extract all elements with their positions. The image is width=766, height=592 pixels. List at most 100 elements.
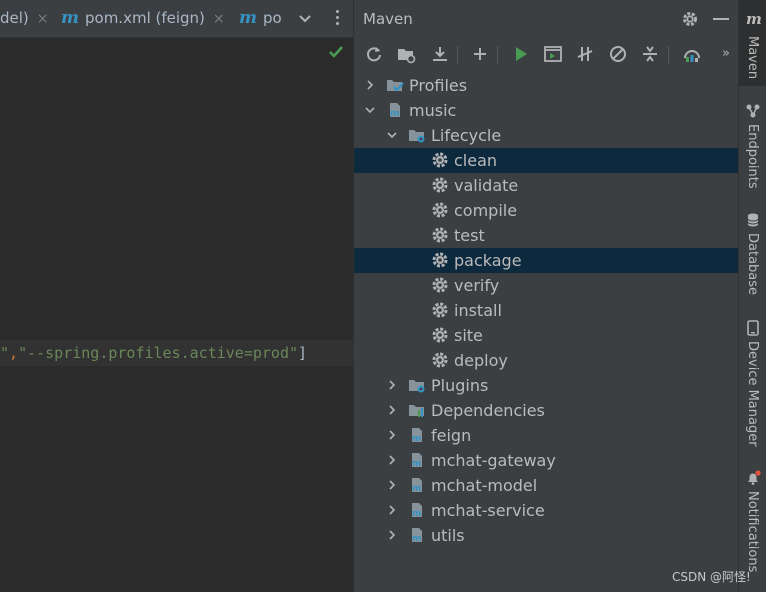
collapse-all-icon[interactable] <box>640 44 660 64</box>
close-icon[interactable]: × <box>213 11 225 27</box>
add-icon[interactable] <box>470 44 490 64</box>
endpoints-stripe-label: Endpoints <box>745 124 760 189</box>
gear-icon <box>432 277 448 293</box>
maven-stripe-button[interactable]: m Maven <box>739 0 766 86</box>
maven-module-icon: m <box>390 103 400 119</box>
dependencies-folder-icon <box>409 405 424 417</box>
maven-stripe-label: Maven <box>745 36 760 80</box>
check-icon <box>328 44 344 60</box>
chevron-down-icon[interactable] <box>297 11 313 27</box>
tree-label: mchat-service <box>431 501 545 520</box>
tree-node-music[interactable]: m music <box>354 98 738 123</box>
tree-label: site <box>454 326 483 345</box>
generate-sources-icon[interactable] <box>396 44 416 64</box>
profiles-folder-icon <box>387 80 404 92</box>
editor-tab-pom[interactable]: m po <box>239 0 282 37</box>
tree-node-lifecycle[interactable]: Lifecycle <box>354 123 738 148</box>
chevron-right-icon[interactable] <box>386 479 398 491</box>
lifecycle-phase-validate[interactable]: validate <box>354 173 738 198</box>
reload-icon[interactable] <box>364 44 384 64</box>
endpoints-icon <box>746 104 760 118</box>
editor-tab-pom-feign[interactable]: m pom.xml (feign) × <box>61 0 225 37</box>
code-string: "--spring.profiles.active=prod" <box>18 344 299 362</box>
tree-label: test <box>454 226 485 245</box>
editor-tab-bar: del) × m pom.xml (feign) × m po <box>0 0 353 38</box>
chevron-right-icon[interactable] <box>386 379 398 391</box>
maven-header: Maven <box>354 0 738 38</box>
toolbar-overflow-icon[interactable]: » <box>722 46 730 61</box>
tree-node-plugins[interactable]: Plugins <box>354 373 738 398</box>
gear-icon <box>432 352 448 368</box>
chevron-right-icon[interactable] <box>386 454 398 466</box>
svg-text:m: m <box>412 459 421 469</box>
gear-icon <box>432 227 448 243</box>
editor-pane: del) × m pom.xml (feign) × m po ","--spring.… <box>0 0 353 592</box>
tree-label: utils <box>431 526 465 545</box>
tab-label: del) <box>0 9 29 27</box>
chevron-right-icon[interactable] <box>386 504 398 516</box>
more-vertical-icon[interactable] <box>336 10 340 26</box>
lifecycle-phase-compile[interactable]: compile <box>354 198 738 223</box>
svg-text:m: m <box>412 509 421 519</box>
run-icon[interactable] <box>511 44 531 64</box>
tree-label: mchat-model <box>431 476 538 495</box>
maven-module-icon: m <box>412 478 422 494</box>
lifecycle-phase-install[interactable]: install <box>354 298 738 323</box>
tree-label: Dependencies <box>431 401 545 420</box>
chevron-right-icon[interactable] <box>386 429 398 441</box>
chevron-right-icon[interactable] <box>364 79 376 91</box>
gear-icon <box>432 302 448 318</box>
chevron-down-icon[interactable] <box>364 104 376 116</box>
toggle-offline-icon[interactable] <box>575 44 595 64</box>
gear-icon <box>432 327 448 343</box>
tree-node-dependencies[interactable]: Dependencies <box>354 398 738 423</box>
chevron-right-icon[interactable] <box>386 404 398 416</box>
run-configuration-icon[interactable] <box>543 44 563 64</box>
minimize-icon[interactable] <box>713 18 729 20</box>
gear-icon <box>432 177 448 193</box>
lifecycle-phase-site[interactable]: site <box>354 323 738 348</box>
tree-node-mchat-service[interactable]: m mchat-service <box>354 498 738 523</box>
close-icon[interactable]: × <box>37 11 49 27</box>
right-tool-strip: m Maven Endpoints Database Device Manage… <box>738 0 766 592</box>
tree-label: mchat-gateway <box>431 451 556 470</box>
maven-logo-icon: m <box>746 10 762 28</box>
tree-node-utils[interactable]: m utils <box>354 523 738 548</box>
code-comma: , <box>9 344 19 362</box>
tree-label: clean <box>454 151 498 170</box>
tree-label: validate <box>454 176 519 195</box>
bell-icon <box>748 470 761 485</box>
lifecycle-phase-verify[interactable]: verify <box>354 273 738 298</box>
chevron-right-icon[interactable] <box>386 529 398 541</box>
device-icon <box>747 320 759 336</box>
maven-file-icon: m <box>239 8 257 28</box>
tree-label: deploy <box>454 351 508 370</box>
lifecycle-phase-clean[interactable]: clean <box>354 148 738 173</box>
tree-node-mchat-model[interactable]: m mchat-model <box>354 473 738 498</box>
skip-tests-icon[interactable] <box>608 44 628 64</box>
code-line[interactable]: ","--spring.profiles.active=prod"] <box>0 340 353 366</box>
maven-module-icon: m <box>412 428 422 444</box>
lifecycle-phase-package[interactable]: package <box>354 248 738 273</box>
database-stripe-label: Database <box>745 233 760 296</box>
gear-icon[interactable] <box>681 10 699 28</box>
tree-label: compile <box>454 201 518 220</box>
tree-label: verify <box>454 276 500 295</box>
lifecycle-phase-test[interactable]: test <box>354 223 738 248</box>
tree-node-feign[interactable]: m feign <box>354 423 738 448</box>
lifecycle-phase-deploy[interactable]: deploy <box>354 348 738 373</box>
download-icon[interactable] <box>430 44 450 64</box>
gear-icon <box>432 202 448 218</box>
plugins-folder-icon <box>409 380 425 393</box>
toolbar-separator <box>668 46 669 64</box>
tab-label: pom.xml (feign) <box>85 9 205 27</box>
chevron-down-icon[interactable] <box>386 129 398 141</box>
lifecycle-folder-icon <box>409 130 425 143</box>
notifications-stripe-label: Notifications <box>745 491 760 573</box>
tree-node-mchat-gateway[interactable]: m mchat-gateway <box>354 448 738 473</box>
maven-title: Maven <box>363 10 413 28</box>
editor-tab-model[interactable]: del) × <box>0 0 49 37</box>
tree-node-profiles[interactable]: Profiles <box>354 73 738 98</box>
watermark: CSDN @阿怪! <box>672 570 751 584</box>
analyze-dependencies-icon[interactable] <box>682 44 702 64</box>
